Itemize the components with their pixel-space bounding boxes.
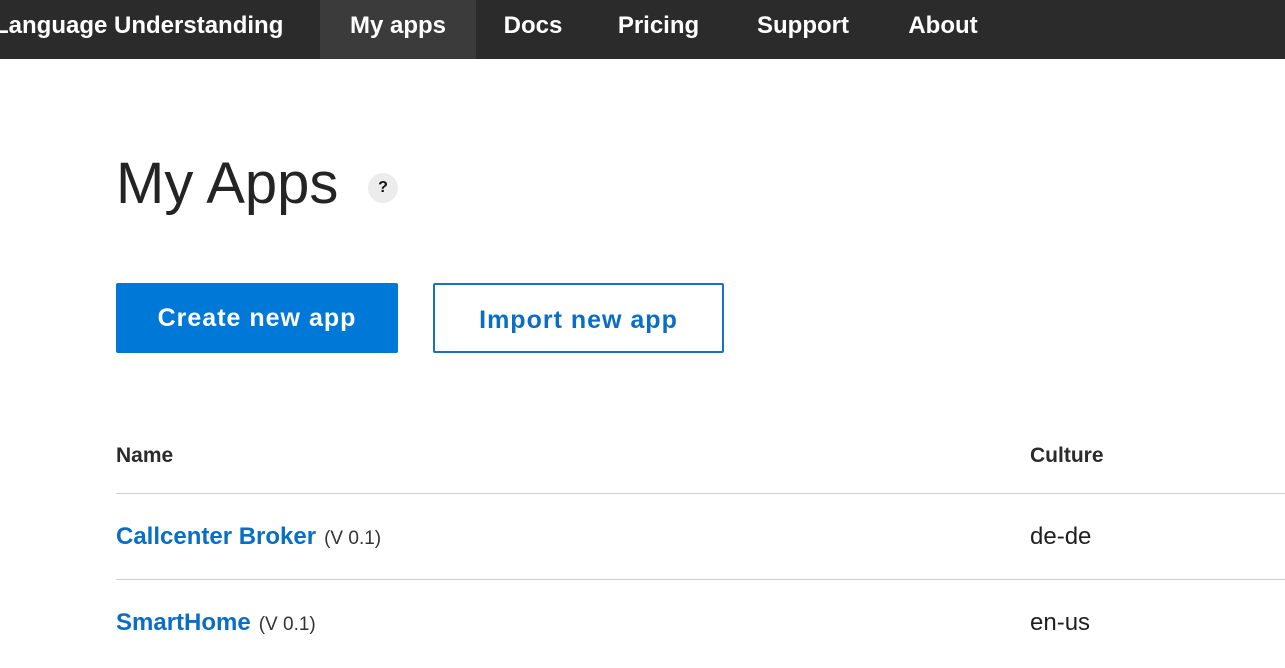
app-name[interactable]: Callcenter Broker [116, 523, 316, 550]
page-title: My Apps [116, 151, 339, 216]
nav-item-about[interactable]: About [879, 0, 1007, 59]
nav-item-pricing[interactable]: Pricing [590, 0, 727, 59]
create-new-app-button[interactable]: Create new app [116, 283, 398, 353]
app-version: (V 0.1) [324, 528, 382, 549]
app-name[interactable]: SmartHome [116, 609, 251, 636]
app-name-link[interactable]: Callcenter Broker (V 0.1) [116, 494, 381, 582]
app-name-link[interactable]: SmartHome (V 0.1) [116, 580, 316, 668]
column-header-culture[interactable]: Culture [1030, 430, 1104, 482]
column-header-name[interactable]: Name [116, 430, 173, 482]
table-row: SmartHome (V 0.1) en-us [116, 580, 1285, 666]
nav-item-support[interactable]: Support [727, 0, 879, 59]
table-row: Callcenter Broker (V 0.1) de-de [116, 494, 1285, 580]
import-new-app-button[interactable]: Import new app [433, 283, 724, 353]
app-culture: de-de [1030, 523, 1092, 550]
nav-item-docs[interactable]: Docs [476, 0, 590, 59]
top-navigation-bar: Language Understanding My apps Docs Pric… [0, 0, 1285, 59]
help-icon[interactable]: ? [368, 173, 398, 203]
brand-title[interactable]: Language Understanding [0, 0, 283, 59]
nav-item-my-apps[interactable]: My apps [320, 0, 476, 59]
app-culture: en-us [1030, 609, 1091, 636]
app-version: (V 0.1) [258, 614, 316, 635]
